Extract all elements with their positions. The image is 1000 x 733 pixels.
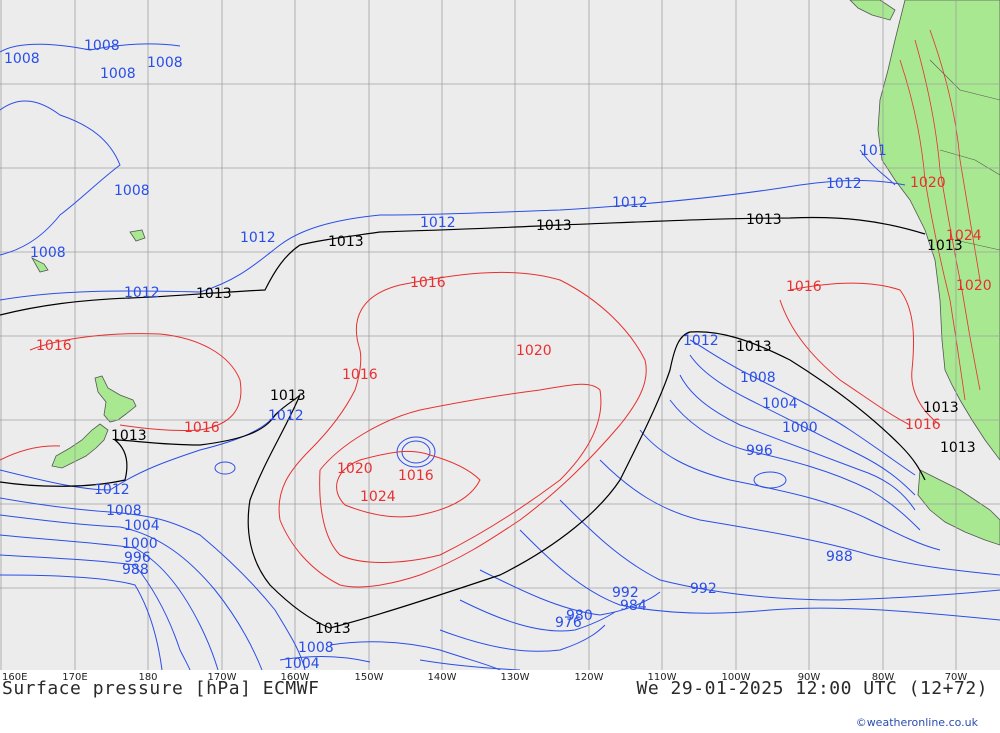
isobar-label: 1020 <box>910 175 946 191</box>
longitude-label: 130W <box>500 672 530 683</box>
isobar-label: 1013 <box>736 339 772 355</box>
isobar-label: 976 <box>555 615 582 631</box>
isobar-label: 1024 <box>946 228 982 244</box>
isobar-label: 984 <box>620 598 647 614</box>
isobar-label: 1016 <box>410 275 446 291</box>
isobar-label: 1004 <box>284 656 320 670</box>
map-canvas: 1008 1008 1008 1008 1008 1008 1012 1012 … <box>0 0 1000 672</box>
isobar-label: 1020 <box>956 278 992 294</box>
isobar-label: 1013 <box>923 400 959 416</box>
isobar-label: 1012 <box>826 176 862 192</box>
isobar-label: 1024 <box>360 489 396 505</box>
isobar-label: 1004 <box>124 518 160 534</box>
isobar-label: 1008 <box>30 245 66 261</box>
isobar-label: 1013 <box>315 621 351 637</box>
isobar-label: 1016 <box>36 338 72 354</box>
isobar-label: 1012 <box>268 408 304 424</box>
isobar-label: 1016 <box>184 420 220 436</box>
valid-time: We 29-01-2025 12:00 UTC (12+72) <box>636 678 988 699</box>
isobar-label: 1016 <box>342 367 378 383</box>
isobar-label: 1008 <box>740 370 776 386</box>
isobar-label: 1013 <box>940 440 976 456</box>
isobar-label: 1013 <box>746 212 782 228</box>
isobar-label: 1013 <box>328 234 364 250</box>
isobar-label: 1013 <box>196 286 232 302</box>
isobar-label: 988 <box>122 562 149 578</box>
isobar-label: 1013 <box>270 388 306 404</box>
isobar-label: 1008 <box>84 38 120 54</box>
isobar-label: 1008 <box>147 55 183 71</box>
isobar-label: 1012 <box>240 230 276 246</box>
credit-link[interactable]: ©weatheronline.co.uk <box>856 716 978 729</box>
longitude-label: 140W <box>427 672 457 683</box>
isobar-label: 1008 <box>100 66 136 82</box>
longitude-label: 150W <box>354 672 384 683</box>
isobar-label: 1008 <box>114 183 150 199</box>
isobar-label: 1016 <box>905 417 941 433</box>
isobar-label: 1012 <box>420 215 456 231</box>
isobar-label: 1012 <box>124 285 160 301</box>
pressure-map: 1008 1008 1008 1008 1008 1008 1012 1012 … <box>0 0 1000 672</box>
isobar-label: 996 <box>746 443 773 459</box>
isobar-label: 1016 <box>398 468 434 484</box>
isobar-label: 1020 <box>516 343 552 359</box>
isobar-label: 1013 <box>111 428 147 444</box>
isobar-label: 1008 <box>4 51 40 67</box>
ocean-background <box>0 0 1000 670</box>
isobar-label: 101 <box>860 143 887 159</box>
isobar-label: 1012 <box>612 195 648 211</box>
isobar-label: 1012 <box>683 333 719 349</box>
isobar-label: 1016 <box>786 279 822 295</box>
map-title: Surface pressure [hPa] ECMWF <box>2 678 320 699</box>
isobar-label: 992 <box>690 581 717 597</box>
isobar-label: 1004 <box>762 396 798 412</box>
isobar-label: 1008 <box>106 503 142 519</box>
isobar-label: 1000 <box>782 420 818 436</box>
isobar-label: 1020 <box>337 461 373 477</box>
isobar-label: 988 <box>826 549 853 565</box>
longitude-label: 120W <box>574 672 604 683</box>
isobar-label: 1008 <box>298 640 334 656</box>
isobar-label: 1013 <box>536 218 572 234</box>
